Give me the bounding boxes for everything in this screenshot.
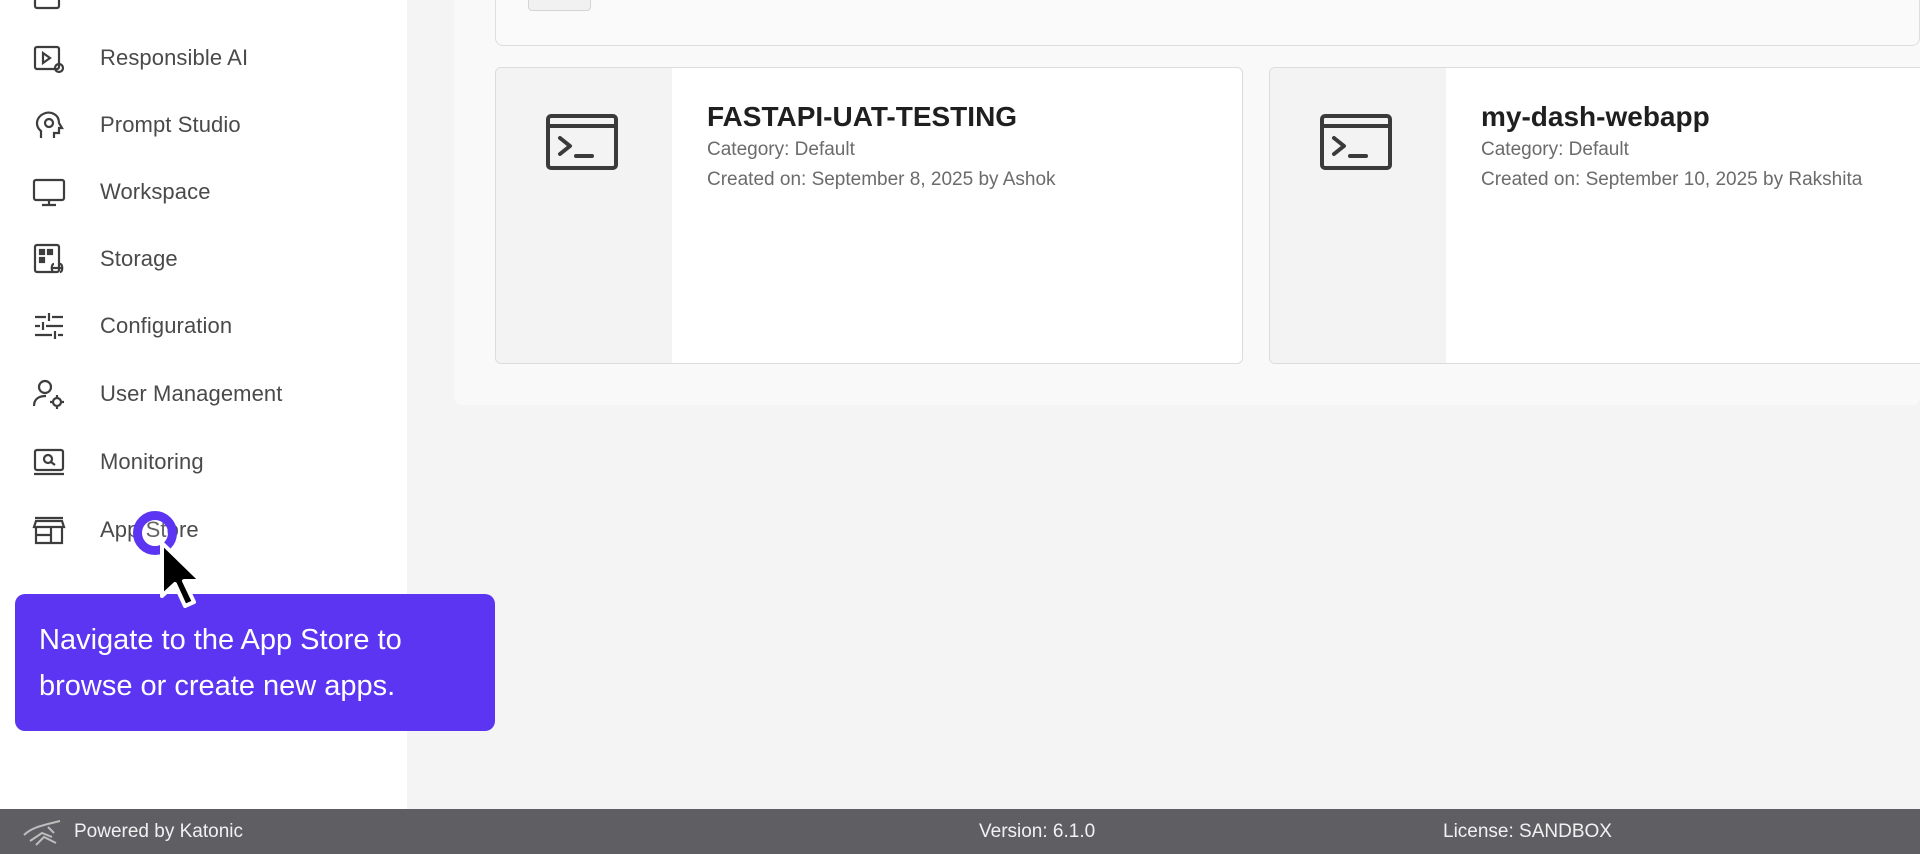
sidebar-item-partial[interactable] [0, 0, 407, 14]
license-text: License: SANDBOX [1443, 821, 1612, 842]
terminal-icon [1319, 112, 1393, 174]
sidebar-item-label: Monitoring [100, 449, 204, 474]
sidebar-item-label: Workspace [100, 179, 211, 204]
sidebar-item-monitoring[interactable]: Monitoring [0, 436, 407, 488]
prompt-studio-icon [32, 108, 66, 142]
katonic-logo-icon [23, 820, 61, 846]
sidebar-item-responsible-ai[interactable]: Responsible AI [0, 32, 407, 84]
sidebar-item-workspace[interactable]: Workspace [0, 166, 407, 218]
app-card[interactable]: FASTAPI-UAT-TESTING Category: Default Cr… [495, 67, 1243, 364]
app-title[interactable]: my-dash-webapp [1481, 101, 1710, 133]
sidebar-item-label: Responsible AI [100, 45, 249, 70]
sidebar-item-label: Configuration [100, 313, 233, 338]
main-content: FASTAPI-UAT-TESTING Category: Default Cr… [407, 0, 1920, 809]
sidebar-item-user-management[interactable]: User Management [0, 368, 407, 420]
filter-button[interactable] [528, 0, 591, 11]
app-title[interactable]: FASTAPI-UAT-TESTING [707, 101, 1017, 133]
sidebar-item-label: Storage [100, 246, 178, 271]
monitoring-icon [32, 445, 66, 479]
sliders-icon [32, 309, 66, 343]
sidebar-item-label: Prompt Studio [100, 112, 241, 137]
footer: Powered by Katonic Version: 6.1.0 Licens… [0, 809, 1920, 854]
filter-bar [495, 0, 1920, 46]
app-created: Created on: September 8, 2025 by Ashok [707, 169, 1056, 190]
app-category: Category: Default [1481, 139, 1629, 160]
powered-by-text: Powered by Katonic [74, 821, 243, 842]
partial-icon [32, 0, 66, 14]
app-created: Created on: September 10, 2025 by Rakshi… [1481, 169, 1863, 190]
app-category: Category: Default [707, 139, 855, 160]
tooltip-line: Navigate to the App Store to [39, 624, 402, 656]
app-card[interactable]: my-dash-webapp Category: Default Created… [1269, 67, 1920, 364]
sidebar-item-prompt-studio[interactable]: Prompt Studio [0, 99, 407, 151]
version-text: Version: 6.1.0 [979, 821, 1096, 842]
store-icon [32, 513, 66, 547]
monitor-icon [32, 175, 66, 209]
user-gear-icon [32, 377, 66, 411]
app-thumbnail [496, 68, 672, 363]
cursor-icon [160, 541, 203, 608]
sidebar-item-configuration[interactable]: Configuration [0, 300, 407, 352]
terminal-icon [545, 112, 619, 174]
app-thumbnail [1270, 68, 1446, 363]
sidebar-item-label: User Management [100, 381, 283, 406]
responsible-ai-icon [32, 41, 66, 75]
tooltip-line: browse or create new apps. [39, 670, 396, 702]
storage-icon [32, 242, 66, 276]
guide-tooltip: Navigate to the App Store to browse or c… [15, 594, 495, 731]
sidebar-item-storage[interactable]: Storage [0, 233, 407, 285]
